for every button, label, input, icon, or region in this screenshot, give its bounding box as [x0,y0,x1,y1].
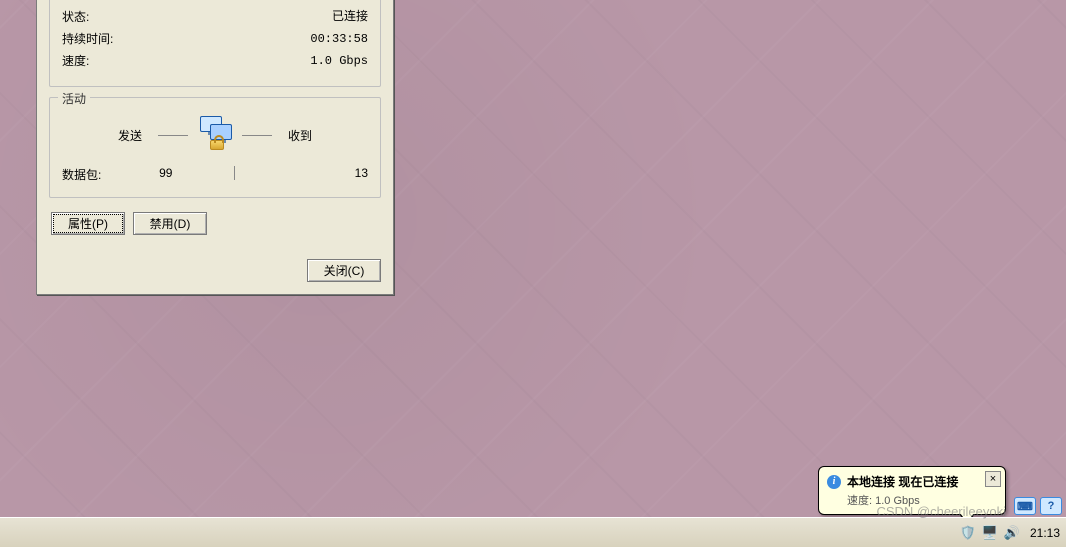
properties-button[interactable]: 属性(P) [51,212,125,235]
recv-label: 收到 [280,127,320,144]
volume-tray-icon[interactable]: 🔊 [1004,525,1020,541]
status-group: 状态: 已连接 持续时间: 00:33:58 速度: 1.0 Gbps [49,0,381,87]
status-value: 已连接 [332,6,368,28]
taskbar-clock[interactable]: 21:13 [1026,526,1060,540]
balloon-close-button[interactable]: × [985,471,1001,487]
network-computers-icon [196,116,234,154]
dialog-body: 状态: 已连接 持续时间: 00:33:58 速度: 1.0 Gbps 活动 发… [37,0,393,259]
help-tip-icon[interactable]: ? [1040,497,1062,515]
packet-separator [234,166,235,180]
balloon-title-row: i 本地连接 现在已连接 [827,473,979,490]
duration-value: 00:33:58 [310,28,368,50]
activity-header: 发送 收到 [62,112,368,162]
packets-recv-value: 13 [239,166,368,183]
packet-label: 数据包: [62,166,101,183]
status-row: 状态: 已连接 [62,6,368,28]
keyboard-tip-icon[interactable]: ⌨ [1014,497,1036,515]
lock-icon [210,140,224,150]
duration-row: 持续时间: 00:33:58 [62,28,368,50]
dash-right [242,135,272,136]
packets-sent-value: 99 [101,166,230,183]
sent-label: 发送 [110,127,150,144]
speed-row: 速度: 1.0 Gbps [62,50,368,72]
network-status-dialog: 状态: 已连接 持续时间: 00:33:58 速度: 1.0 Gbps 活动 发… [36,0,394,295]
duration-label: 持续时间: [62,28,142,50]
connection-balloon: i 本地连接 现在已连接 速度: 1.0 Gbps × [818,466,1006,515]
info-icon: i [827,475,841,489]
button-row: 属性(P) 禁用(D) [49,208,381,245]
dialog-footer: 关闭(C) [37,259,393,294]
taskbar: 🛡️ 🖥️ 🔊 21:13 [0,517,1066,547]
network-tray-icon[interactable]: 🖥️ [982,525,998,541]
close-button[interactable]: 关闭(C) [307,259,381,282]
shield-tray-icon[interactable]: 🛡️ [960,525,976,541]
speed-value: 1.0 Gbps [310,50,368,72]
disable-button[interactable]: 禁用(D) [133,212,207,235]
help-bubbles: ⌨ ? [1014,497,1062,515]
balloon-subtitle: 速度: 1.0 Gbps [827,492,979,508]
activity-group: 活动 发送 收到 数据包: 99 13 [49,97,381,198]
balloon-title: 本地连接 现在已连接 [847,473,958,490]
speed-label: 速度: [62,50,142,72]
dash-left [158,135,188,136]
status-label: 状态: [62,6,142,28]
packet-row: 数据包: 99 13 [62,162,368,183]
activity-group-title: 活动 [58,90,90,107]
